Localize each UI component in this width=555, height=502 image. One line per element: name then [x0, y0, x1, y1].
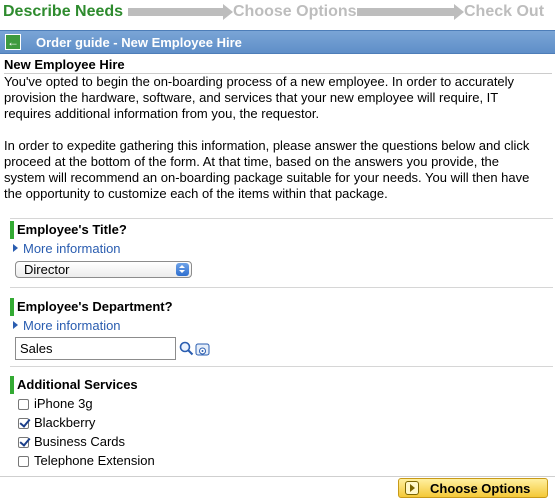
step-progress: Describe Needs Choose Options Check Out: [0, 0, 555, 24]
step-describe-needs: Describe Needs: [3, 3, 124, 20]
service-checkbox[interactable]: [18, 456, 29, 467]
step-choose-options: Choose Options: [233, 3, 357, 20]
order-guide-page: Describe Needs Choose Options Check Out …: [0, 0, 555, 502]
choose-options-label: Choose Options: [430, 481, 531, 496]
section-divider: [10, 218, 553, 219]
section-divider: [10, 366, 553, 367]
intro-text-line: provision the hardware, software, and se…: [4, 90, 499, 105]
department-input[interactable]: [15, 337, 176, 360]
service-checkbox[interactable]: [18, 437, 29, 448]
section-employee-department: Employee's Department?: [5, 298, 555, 316]
more-information-link[interactable]: More information: [13, 241, 121, 257]
intro-text-line: the opportunity to customize each of the…: [4, 186, 388, 201]
intro-heading: New Employee Hire: [4, 57, 125, 72]
service-checkbox[interactable]: [18, 418, 29, 429]
service-label: iPhone 3g: [34, 396, 93, 411]
service-checkbox[interactable]: [18, 399, 29, 410]
select-spinner-icon: [176, 263, 189, 276]
intro-text-line: You've opted to begin the on-boarding pr…: [4, 74, 515, 89]
step-check-out: Check Out: [464, 3, 545, 20]
section-accent: [10, 298, 14, 316]
page-title: Order guide - New Employee Hire: [36, 35, 242, 50]
service-label: Business Cards: [34, 434, 126, 449]
more-information-label: More information: [23, 318, 121, 333]
step-arrow-icon: [357, 4, 464, 20]
section-additional-services: Additional Services: [5, 376, 555, 394]
more-information-link[interactable]: More information: [13, 318, 121, 334]
service-label: Blackberry: [34, 415, 96, 430]
section-employee-title: Employee's Title?: [5, 221, 555, 239]
expand-triangle-icon: [13, 244, 18, 252]
order-guide-titlebar: ← Order guide - New Employee Hire: [0, 30, 555, 54]
section-label: Additional Services: [17, 377, 138, 392]
service-label: Telephone Extension: [34, 453, 155, 468]
intro-text-line: In order to expedite gathering this info…: [4, 138, 530, 153]
back-arrow-icon[interactable]: ←: [5, 34, 21, 50]
intro-text-line: proceed at the bottom of the form. At th…: [4, 154, 500, 169]
section-accent: [10, 221, 14, 239]
section-label: Employee's Title?: [17, 222, 127, 237]
section-accent: [10, 376, 14, 394]
section-label: Employee's Department?: [17, 299, 173, 314]
employee-title-select[interactable]: Director: [15, 261, 192, 278]
intro-text-line: system will recommend an on-boarding pac…: [4, 170, 530, 185]
employee-title-value: Director: [24, 262, 70, 277]
play-arrow-icon: [405, 481, 419, 495]
step-arrow-icon: [128, 4, 233, 20]
choose-options-button[interactable]: Choose Options: [398, 478, 548, 498]
section-divider: [10, 287, 553, 288]
lookup-icon[interactable]: [179, 341, 213, 357]
intro-text-line: requires additional information from you…: [4, 106, 320, 121]
more-information-label: More information: [23, 241, 121, 256]
expand-triangle-icon: [13, 321, 18, 329]
footer-divider: [0, 476, 555, 477]
